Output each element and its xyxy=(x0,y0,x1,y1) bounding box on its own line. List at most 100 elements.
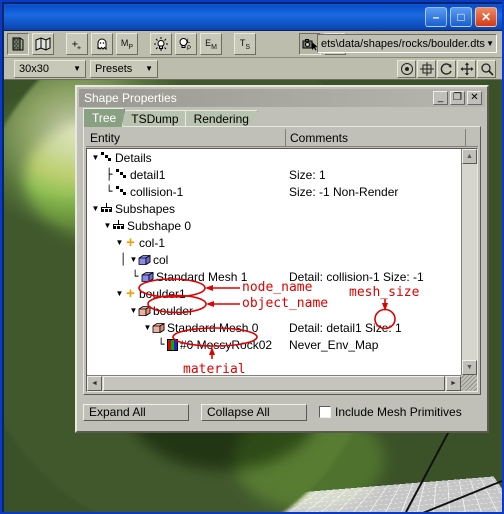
close-icon: ✕ xyxy=(470,92,479,103)
tree-node-comment: Size: -1 Non-Render xyxy=(289,184,399,199)
table-row[interactable]: ▼ Details xyxy=(87,149,461,166)
dialog-minimize-button[interactable]: _ xyxy=(433,91,448,105)
tree-node-label: boulder1 xyxy=(139,286,186,301)
table-row[interactable]: ▼ Subshapes xyxy=(87,200,461,217)
tree-guide: │ xyxy=(119,253,127,266)
file-path-text: ets\data/shapes/rocks/boulder.dts xyxy=(321,37,485,50)
table-row[interactable]: ▼ Subshape 0 xyxy=(87,217,461,234)
table-row[interactable]: └ collision-1 Size: -1 Non-Render xyxy=(87,183,461,200)
horizontal-scroll-thumb[interactable] xyxy=(103,376,445,391)
column-header-entity[interactable]: Entity xyxy=(86,129,286,146)
table-row[interactable]: ├ detail1 Size: 1 xyxy=(87,166,461,183)
table-row[interactable]: ▼ + boulder1 xyxy=(87,285,461,302)
dialog-bottom-controls: Expand All Collapse All Include Mesh Pri… xyxy=(83,399,481,425)
add-plus-icon[interactable]: ++ xyxy=(66,33,88,55)
cube-pink-icon xyxy=(138,305,151,317)
column-header-entity-label: Entity xyxy=(90,130,121,145)
sun-light-icon[interactable] xyxy=(150,33,172,55)
window-minimize-button[interactable]: – xyxy=(425,7,447,27)
fit-view-icon[interactable] xyxy=(417,59,436,78)
expander-triangle-icon[interactable]: ▼ xyxy=(115,289,124,298)
column-header-comments[interactable]: Comments xyxy=(286,129,466,146)
texture-toggle-icon[interactable] xyxy=(7,33,29,55)
maximize-icon: □ xyxy=(457,10,465,24)
expand-all-button[interactable]: Expand All xyxy=(83,403,189,421)
expander-triangle-icon[interactable]: ▼ xyxy=(129,255,138,264)
tree-guide: └ xyxy=(105,185,113,198)
cube-blue-icon xyxy=(138,254,151,266)
scroll-up-icon[interactable]: ▲ xyxy=(462,149,477,164)
table-row[interactable]: └ Standard Mesh 1 Detail: collision-1 Si… xyxy=(87,268,461,285)
expander-triangle-icon[interactable]: ▼ xyxy=(143,323,152,332)
checkbox-box[interactable] xyxy=(319,406,331,418)
tree-node-label: Subshapes xyxy=(115,201,176,216)
application-window: – □ ✕ ++ MP LP EM TS ets\data/shapes/roc… xyxy=(0,0,504,514)
tree-node-comment: Size: 1 xyxy=(289,167,326,182)
tab-tree[interactable]: Tree xyxy=(83,108,126,127)
ghost-icon[interactable] xyxy=(91,33,113,55)
chevron-down-icon: ▼ xyxy=(73,64,81,73)
rotate-view-icon[interactable] xyxy=(437,59,456,78)
expander-triangle-icon[interactable]: ▼ xyxy=(91,153,100,162)
close-icon: ✕ xyxy=(480,10,492,24)
chevron-down-icon: ▼ xyxy=(145,64,153,73)
tree-rows-container: ▼ Details ├ detail1 Size: 1 └ collision-… xyxy=(87,149,461,375)
scroll-down-icon[interactable]: ▼ xyxy=(462,360,477,375)
env-map-icon[interactable]: EM xyxy=(200,33,222,55)
file-path-combo[interactable]: ets\data/shapes/rocks/boulder.dts ▼ xyxy=(317,34,497,53)
column-header-extra[interactable] xyxy=(466,129,478,146)
tree-node-label: Details xyxy=(115,150,152,165)
tab-tree-label: Tree xyxy=(92,111,117,125)
tree-node-label: col-1 xyxy=(139,235,166,250)
dialog-close-button[interactable]: ✕ xyxy=(467,91,482,105)
secondary-toolbar: 30x30 ▼ Presets ▼ xyxy=(4,58,502,80)
tree-node-label: Standard Mesh 1 xyxy=(156,269,248,284)
tab-rendering[interactable]: Rendering xyxy=(184,110,258,127)
expander-triangle-icon[interactable]: ▼ xyxy=(91,204,100,213)
scroll-right-icon[interactable]: ► xyxy=(446,376,461,391)
tab-tsdump[interactable]: TSDump xyxy=(122,110,188,127)
expander-triangle-icon[interactable]: ▼ xyxy=(103,221,112,230)
tree-node-comment: Detail: collision-1 Size: -1 xyxy=(289,269,424,284)
include-mesh-primitives-checkbox[interactable]: Include Mesh Primitives xyxy=(319,405,462,419)
table-row[interactable]: └ #0 MossyRock02 Never_Env_Map xyxy=(87,336,461,353)
window-close-button[interactable]: ✕ xyxy=(475,7,497,27)
scrollbar-corner-grip xyxy=(461,375,477,391)
grid-size-combo[interactable]: 30x30 ▼ xyxy=(14,59,86,78)
column-header-comments-label: Comments xyxy=(290,130,349,145)
texture-set-icon[interactable]: TS xyxy=(234,33,256,55)
scroll-up-arrow: ▲ xyxy=(466,153,473,160)
scroll-left-arrow: ◄ xyxy=(91,380,98,387)
orbit-center-icon[interactable] xyxy=(397,59,416,78)
table-row[interactable]: │ ▼ col xyxy=(87,251,461,268)
cube-blue-icon xyxy=(141,271,154,283)
pan-view-icon[interactable] xyxy=(457,59,476,78)
zoom-view-icon[interactable] xyxy=(477,59,496,78)
table-row[interactable]: ▼ Standard Mesh 0 Detail: detail1 Size: … xyxy=(87,319,461,336)
expander-triangle-icon[interactable]: ▼ xyxy=(115,238,124,247)
detail-icon xyxy=(115,185,128,198)
collapse-all-button[interactable]: Collapse All xyxy=(201,403,307,421)
view-controls-group xyxy=(396,59,496,78)
scroll-right-arrow: ► xyxy=(450,380,457,387)
tree-node-label: Subshape 0 xyxy=(127,218,192,233)
tree-vertical-scrollbar[interactable]: ▲ ▼ xyxy=(461,149,477,375)
window-maximize-button[interactable]: □ xyxy=(450,7,472,27)
tree-guide: └ xyxy=(131,270,139,283)
dialog-maximize-button[interactable]: ❐ xyxy=(450,91,465,105)
tab-panel-tree: Entity Comments ▼ Details ├ detail1 Size… xyxy=(83,126,481,395)
table-row[interactable]: ▼ boulder xyxy=(87,302,461,319)
grid-size-value: 30x30 xyxy=(19,62,49,75)
table-row[interactable]: ▼ + col-1 xyxy=(87,234,461,251)
dialog-window-buttons: _ ❐ ✕ xyxy=(431,91,482,105)
point-light-icon[interactable]: LP xyxy=(175,33,197,55)
map-view-icon[interactable] xyxy=(32,33,54,55)
presets-combo[interactable]: Presets ▼ xyxy=(90,59,158,78)
tree-node-comment: Detail: detail1 Size: 1 xyxy=(289,320,402,335)
tree-horizontal-scrollbar[interactable]: ◄ ► xyxy=(87,375,461,391)
expander-triangle-icon[interactable]: ▼ xyxy=(129,306,138,315)
material-preview-icon[interactable]: MP xyxy=(116,33,138,55)
scroll-left-icon[interactable]: ◄ xyxy=(87,376,102,391)
tree-view[interactable]: ▼ Details ├ detail1 Size: 1 └ collision-… xyxy=(86,148,478,392)
dialog-titlebar[interactable]: Shape Properties _ ❐ ✕ xyxy=(79,89,485,107)
